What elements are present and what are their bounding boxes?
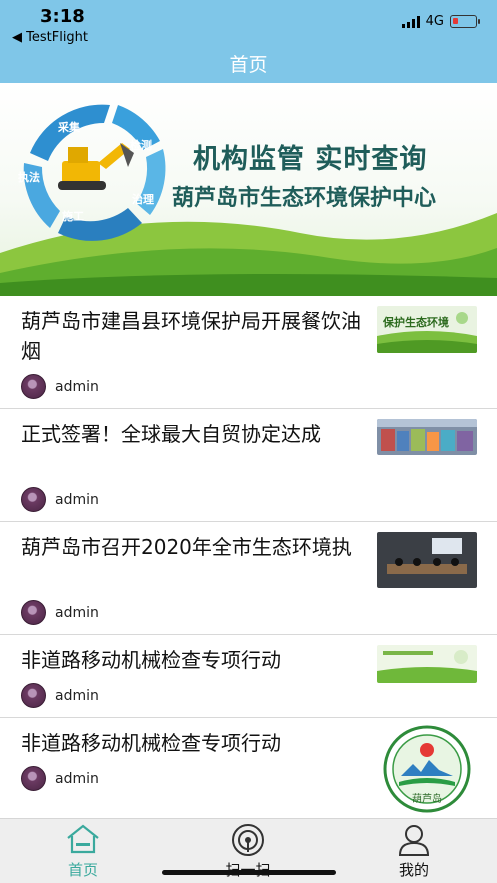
article-thumbnail [377, 419, 477, 455]
article-title: 非道路移动机械检查专项行动 [21, 731, 281, 755]
avatar [21, 374, 46, 399]
status-indicators: 4G [401, 14, 480, 29]
avatar [21, 766, 46, 791]
cycle-label: 治理 [132, 193, 154, 206]
avatar [21, 487, 46, 512]
article-item[interactable]: 正式签署！全球最大自贸协定达成 admin [0, 409, 497, 522]
tab-label: 首页 [67, 861, 98, 879]
article-author: admin [21, 600, 99, 625]
article-title: 正式签署！全球最大自贸协定达成 [21, 422, 321, 446]
article-thumbnail [377, 645, 477, 683]
article-thumbnail [377, 532, 477, 588]
article-title: 葫芦岛市召开2020年全市生态环境执 [21, 535, 352, 559]
tab-label: 我的 [398, 861, 429, 879]
environment-logo: 葫芦岛 [381, 724, 473, 814]
cycle-label: 检测 [130, 139, 152, 152]
article-author: admin [21, 374, 99, 399]
page-title: 首页 [229, 54, 268, 76]
home-icon [67, 824, 99, 854]
author-name: admin [55, 687, 99, 704]
tab-home[interactable]: 首页 [23, 819, 143, 883]
banner-organization: 葫芦岛市生态环境保护中心 [172, 186, 437, 211]
author-name: admin [55, 604, 99, 621]
author-name: admin [55, 770, 99, 787]
thumbnail-caption: 保护生态环境 [383, 316, 449, 329]
battery-icon [450, 15, 480, 28]
author-name: admin [55, 378, 99, 395]
tab-profile[interactable]: 我的 [354, 819, 474, 883]
cycle-label: 采集 [58, 121, 80, 134]
article-item[interactable]: 非道路移动机械检查专项行动 admin [0, 635, 497, 718]
avatar [21, 683, 46, 708]
cycle-diagram-icon [23, 104, 166, 241]
header-bar: 3:18 ◀ TestFlight 4G 首页 [0, 0, 497, 83]
back-to-testflight-link[interactable]: ◀ TestFlight [12, 30, 88, 45]
avatar [21, 600, 46, 625]
scan-icon [232, 824, 264, 856]
article-author: admin [21, 683, 99, 708]
article-title: 葫芦岛市建昌县环境保护局开展餐饮油烟 [21, 309, 361, 363]
home-indicator[interactable] [162, 870, 336, 875]
article-thumbnail: 保护生态环境 [377, 306, 477, 353]
article-author: admin [21, 766, 99, 791]
signal-icon [401, 15, 420, 28]
article-author: admin [21, 487, 99, 512]
article-item[interactable]: 非道路移动机械检查专项行动 admin 葫芦岛 [0, 718, 497, 818]
author-name: admin [55, 491, 99, 508]
user-icon [398, 825, 430, 856]
banner-headline: 机构监管 实时查询 [193, 144, 428, 175]
article-item[interactable]: 葫芦岛市召开2020年全市生态环境执 admin [0, 522, 497, 635]
cycle-label: 执法 [18, 171, 40, 184]
article-item[interactable]: 葫芦岛市建昌县环境保护局开展餐饮油烟 admin 保护生态环境 [0, 296, 497, 409]
network-type: 4G [425, 14, 444, 29]
logo-caption: 葫芦岛 [412, 794, 442, 805]
banner[interactable]: 采集 检测 治理 施工 执法 机构监管 实时查询 葫芦岛市生态环境保护中心 [0, 83, 497, 296]
cycle-label: 施工 [62, 210, 84, 223]
status-time: 3:18 [40, 6, 85, 27]
article-title: 非道路移动机械检查专项行动 [21, 648, 281, 672]
